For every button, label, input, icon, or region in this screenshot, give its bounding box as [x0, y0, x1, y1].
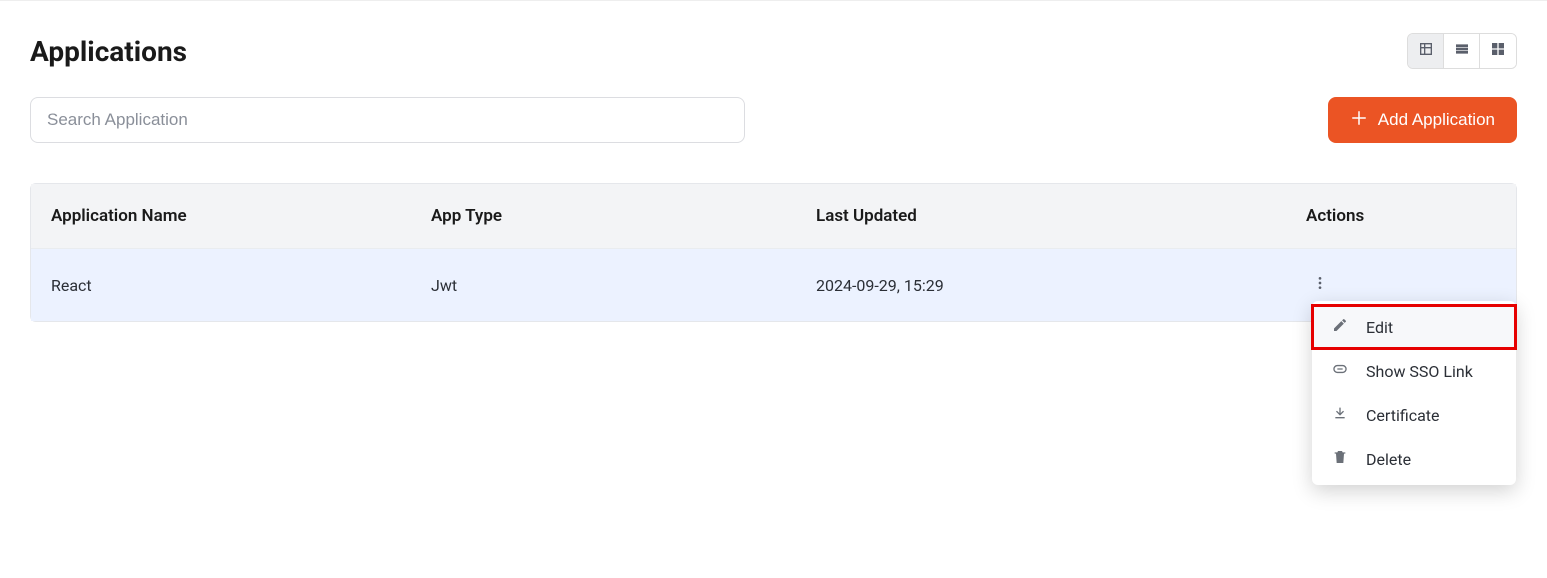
- plus-icon: [1350, 109, 1368, 132]
- download-icon: [1332, 405, 1348, 425]
- col-header-updated: Last Updated: [816, 206, 1306, 226]
- menu-item-show-sso-label: Show SSO Link: [1366, 362, 1473, 381]
- view-list-button[interactable]: [1444, 34, 1480, 68]
- table-row[interactable]: React Jwt 2024-09-29, 15:29 Edit: [31, 248, 1516, 321]
- menu-item-show-sso[interactable]: Show SSO Link: [1312, 349, 1516, 393]
- trash-icon: [1332, 449, 1348, 469]
- page-title: Applications: [30, 35, 187, 68]
- cell-type: Jwt: [431, 276, 816, 295]
- search-input[interactable]: [30, 97, 745, 143]
- col-header-name: Application Name: [51, 206, 431, 226]
- table-layout-icon: [1418, 41, 1434, 61]
- list-icon: [1454, 41, 1470, 61]
- menu-item-delete[interactable]: Delete: [1312, 437, 1516, 481]
- grid-icon: [1490, 41, 1506, 61]
- more-vertical-icon: [1312, 275, 1328, 295]
- menu-item-delete-label: Delete: [1366, 450, 1411, 469]
- cell-updated: 2024-09-29, 15:29: [816, 276, 1306, 295]
- col-header-actions: Actions: [1306, 206, 1496, 226]
- link-icon: [1332, 361, 1348, 381]
- view-table-button[interactable]: [1408, 34, 1444, 68]
- view-grid-button[interactable]: [1480, 34, 1516, 68]
- add-application-button[interactable]: Add Application: [1328, 97, 1517, 143]
- menu-item-edit[interactable]: Edit: [1312, 305, 1516, 349]
- col-header-type: App Type: [431, 206, 816, 226]
- cell-name: React: [51, 276, 431, 295]
- menu-item-certificate-label: Certificate: [1366, 406, 1440, 425]
- menu-item-edit-label: Edit: [1366, 318, 1393, 337]
- applications-table: Application Name App Type Last Updated A…: [30, 183, 1517, 322]
- row-actions-button[interactable]: [1306, 271, 1334, 299]
- add-application-label: Add Application: [1378, 110, 1495, 130]
- pencil-icon: [1332, 317, 1348, 337]
- view-toggle-group: [1407, 33, 1517, 69]
- row-actions-menu: Edit Show SSO Link Certificate: [1312, 301, 1516, 485]
- table-header-row: Application Name App Type Last Updated A…: [31, 184, 1516, 248]
- menu-item-certificate[interactable]: Certificate: [1312, 393, 1516, 437]
